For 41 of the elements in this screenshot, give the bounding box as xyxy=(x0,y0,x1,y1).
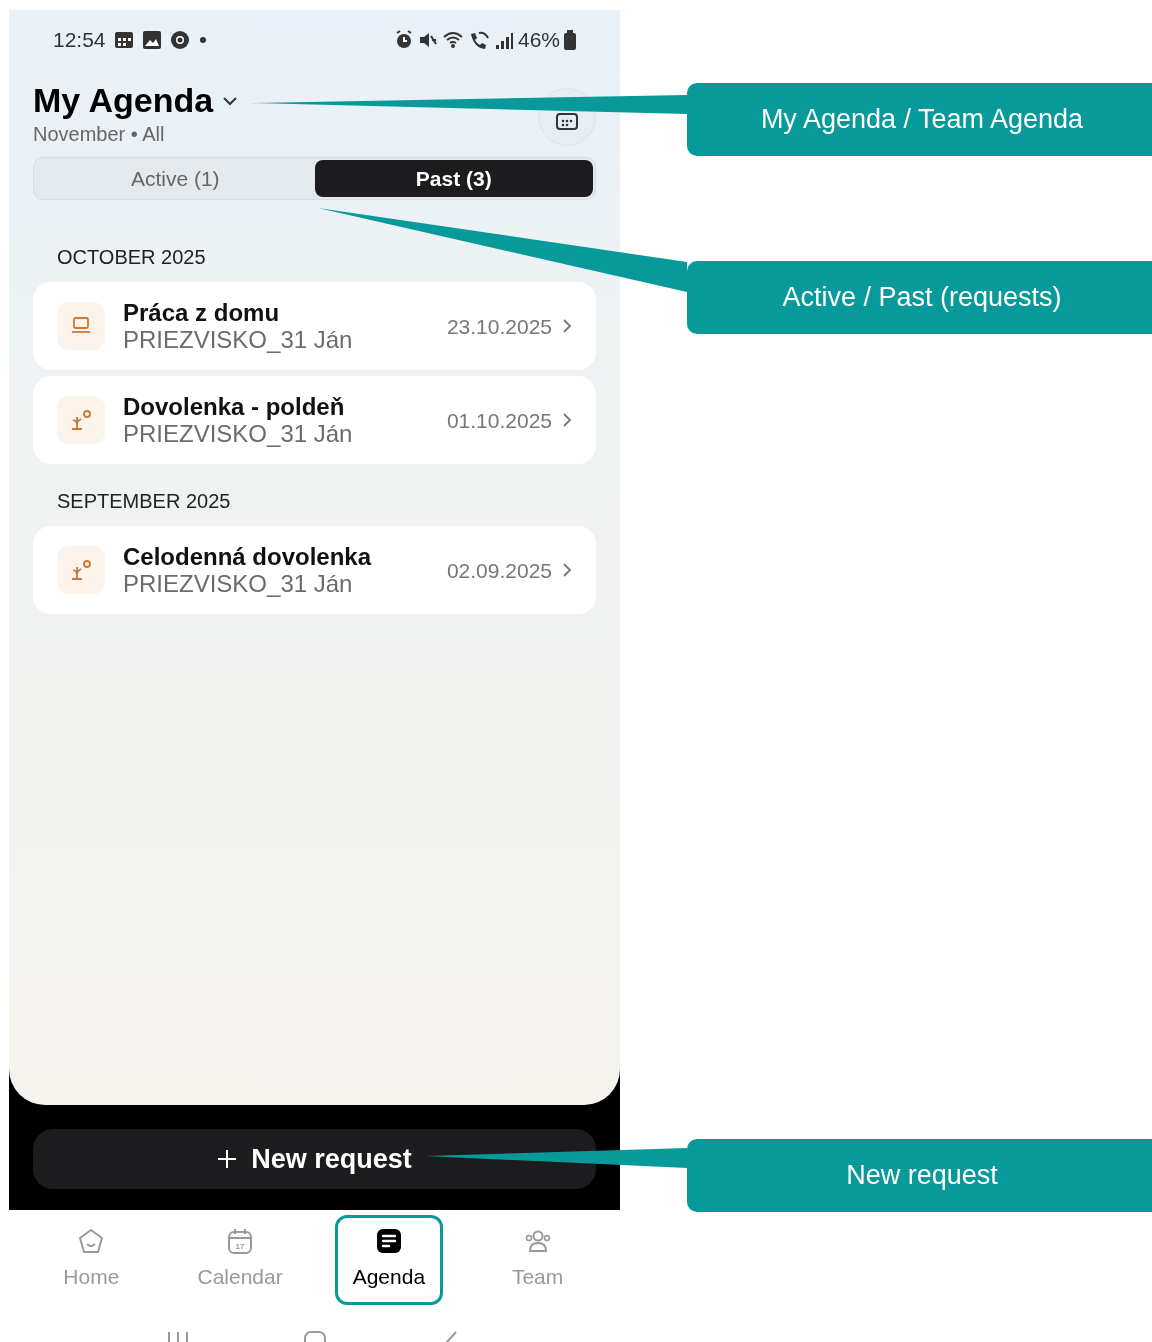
calendar-app-icon xyxy=(113,30,134,50)
callout-label: My Agenda / Team Agenda xyxy=(687,83,1152,156)
chevron-right-icon xyxy=(562,562,572,579)
request-person: PRIEZVISKO_31 Ján xyxy=(123,326,353,354)
home-icon xyxy=(77,1227,106,1256)
battery-icon xyxy=(564,30,576,50)
segment-tab[interactable]: Past (3) xyxy=(314,160,593,198)
request-card[interactable]: Práca z domu PRIEZVISKO_31 Ján 23.10.2025 xyxy=(33,282,596,371)
dot-icon xyxy=(197,35,208,45)
new-request-button[interactable]: New request xyxy=(33,1129,596,1189)
request-date: 01.10.2025 xyxy=(446,407,552,434)
page-subtitle: November • All xyxy=(33,122,166,148)
request-person: PRIEZVISKO_31 Ján xyxy=(123,570,354,598)
plus-icon xyxy=(217,1149,238,1169)
wifi-icon xyxy=(441,30,464,50)
mute-icon xyxy=(417,30,438,50)
request-card[interactable]: Dovolenka - poldeň PRIEZVISKO_31 Ján 01.10.2025 xyxy=(33,376,596,465)
request-date: 02.09.2025 xyxy=(446,557,552,584)
nav-tab[interactable]: Agenda xyxy=(334,1215,443,1305)
calendar-grid-icon xyxy=(556,113,578,130)
page-title: My Agenda xyxy=(33,82,214,120)
battery-level: 46% xyxy=(517,27,560,54)
callout-label: New request xyxy=(687,1139,1152,1212)
chevron-right-icon xyxy=(562,318,572,335)
request-card[interactable]: Celodenná dovolenka PRIEZVISKO_31 Ján 02.09.2025 xyxy=(33,526,596,615)
callout-label: Active / Past (requests) xyxy=(687,261,1152,334)
section-heading: OCTOBER 2025 xyxy=(57,245,206,271)
request-title: Celodenná dovolenka xyxy=(123,542,372,571)
browser-icon xyxy=(169,30,190,50)
request-title: Dovolenka - poldeň xyxy=(123,392,346,421)
image-icon xyxy=(141,30,162,50)
request-person: PRIEZVISKO_31 Ján xyxy=(123,420,353,448)
request-date: 23.10.2025 xyxy=(446,313,552,340)
status-time: 12:54 xyxy=(53,27,106,54)
chevron-down-icon[interactable] xyxy=(221,94,240,107)
section-heading: SEPTEMBER 2025 xyxy=(57,489,231,515)
request-title: Práca z domu xyxy=(123,298,281,327)
signal-icon xyxy=(493,30,514,50)
segment-tab[interactable]: Active (1) xyxy=(36,160,315,198)
document-icon xyxy=(374,1227,403,1256)
chevron-right-icon xyxy=(562,412,572,429)
